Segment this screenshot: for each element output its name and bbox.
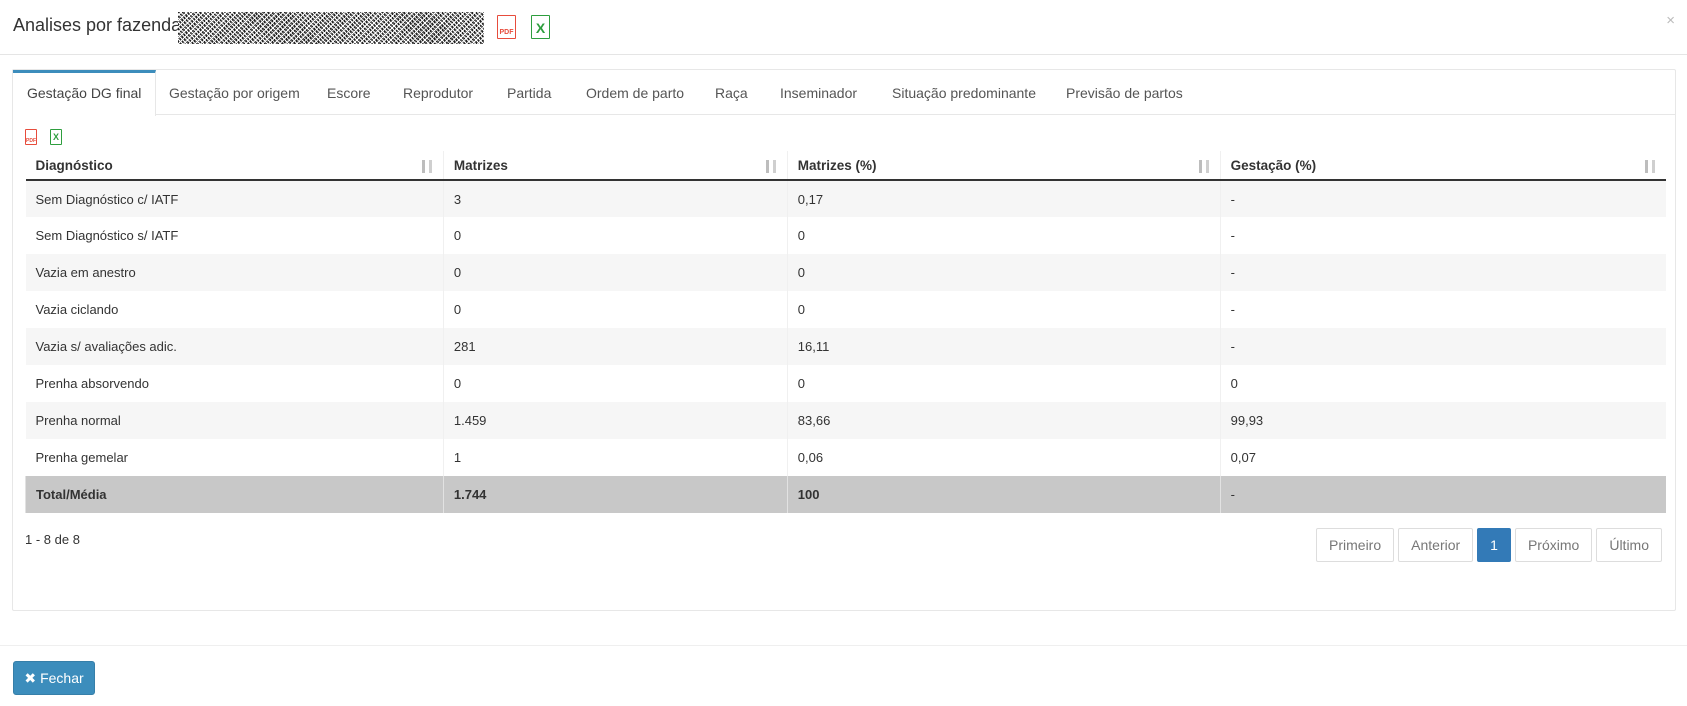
- total-cell: 1.744: [442, 476, 788, 513]
- next-page-button[interactable]: Próximo: [1514, 528, 1593, 562]
- table-cell: 3: [442, 180, 788, 217]
- tab-escore[interactable]: Escore: [313, 70, 385, 115]
- close-button-label: Fechar: [40, 670, 84, 686]
- table-cell: 0: [786, 254, 1221, 291]
- table-cell: Vazia ciclando: [25, 291, 444, 328]
- table-row: Vazia s/ avaliações adic. 281 16,11 -: [25, 328, 1666, 365]
- table-header-row: Diagnóstico Matrizes Matrizes (%) Gestaç…: [25, 151, 1666, 181]
- close-icon[interactable]: ×: [1666, 12, 1675, 29]
- modal-header: Analises por fazendas PDF X ×: [0, 0, 1687, 55]
- table-cell: Prenha gemelar: [25, 439, 444, 476]
- tab-raca[interactable]: Raça: [701, 70, 762, 115]
- column-header-label: Matrizes: [453, 157, 508, 173]
- table-cell: Prenha absorvendo: [25, 365, 444, 402]
- first-page-button[interactable]: Primeiro: [1316, 528, 1395, 562]
- modal-title: Analises por fazendas: [13, 15, 191, 35]
- table-cell: 0: [786, 217, 1221, 254]
- table-row: Prenha normal 1.459 83,66 99,93: [25, 402, 1666, 439]
- table-cell: Sem Diagnóstico s/ IATF: [25, 217, 444, 254]
- table-cell: 0: [442, 254, 788, 291]
- tab-inseminador[interactable]: Inseminador: [766, 70, 871, 115]
- column-header-matrizes[interactable]: Matrizes: [442, 151, 788, 181]
- close-icon: ✖: [24, 670, 37, 686]
- redacted-farm-name: [178, 12, 484, 44]
- analysis-panel: Gestação DG final Gestação por origem Es…: [12, 69, 1676, 611]
- table-row: Prenha gemelar 1 0,06 0,07: [25, 439, 1666, 476]
- previous-page-button[interactable]: Anterior: [1398, 528, 1474, 562]
- table-pdf-export-icon[interactable]: PDF: [25, 129, 37, 145]
- total-cell: 100: [786, 476, 1221, 513]
- table-cell: -: [1219, 217, 1666, 254]
- total-cell: Total/Média: [25, 476, 444, 513]
- tab-bar: Gestação DG final Gestação por origem Es…: [13, 70, 1675, 116]
- tab-gestacao-dg-final[interactable]: Gestação DG final: [13, 70, 157, 116]
- table-excel-export-icon[interactable]: X: [50, 129, 62, 145]
- table-row: Sem Diagnóstico c/ IATF 3 0,17 -: [25, 180, 1666, 217]
- table-row: Vazia ciclando 0 0 -: [25, 291, 1666, 328]
- table-cell: 0,06: [786, 439, 1221, 476]
- table-cell: 0: [786, 291, 1221, 328]
- diagnosis-table: Diagnóstico Matrizes Matrizes (%) Gestaç…: [25, 151, 1666, 513]
- pagination-range: 1 - 8 de 8: [25, 532, 80, 547]
- table-cell: Prenha normal: [25, 402, 444, 439]
- table-cell: 1: [442, 439, 788, 476]
- table-cell: -: [1219, 254, 1666, 291]
- table-row: Vazia em anestro 0 0 -: [25, 254, 1666, 291]
- table-cell: Vazia s/ avaliações adic.: [25, 328, 444, 365]
- table-cell: Vazia em anestro: [25, 254, 444, 291]
- table-cell: -: [1219, 180, 1666, 217]
- column-header-label: Diagnóstico: [35, 157, 113, 173]
- table-total-row: Total/Média 1.744 100 -: [25, 476, 1666, 513]
- table-row: Sem Diagnóstico s/ IATF 0 0 -: [25, 217, 1666, 254]
- sort-icon[interactable]: [764, 160, 779, 173]
- column-header-gestacao-pct[interactable]: Gestação (%): [1219, 151, 1666, 181]
- table-cell: -: [1219, 328, 1666, 365]
- table-cell: Sem Diagnóstico c/ IATF: [25, 180, 444, 217]
- page-1-button[interactable]: 1: [1477, 528, 1511, 562]
- table-cell: 0: [442, 217, 788, 254]
- table-cell: 83,66: [786, 402, 1221, 439]
- table-cell: 1.459: [442, 402, 788, 439]
- pdf-export-icon[interactable]: PDF: [497, 15, 516, 39]
- table-cell: 0: [442, 291, 788, 328]
- table-cell: 0: [1219, 365, 1666, 402]
- footer-divider: [0, 645, 1687, 646]
- table-cell: 281: [442, 328, 788, 365]
- table-row: Prenha absorvendo 0 0 0: [25, 365, 1666, 402]
- column-header-label: Matrizes (%): [797, 157, 877, 173]
- tab-previsao-de-partos[interactable]: Previsão de partos: [1052, 70, 1197, 115]
- close-button[interactable]: ✖ Fechar: [13, 661, 95, 695]
- sort-icon[interactable]: [1197, 160, 1212, 173]
- table-cell: 0,07: [1219, 439, 1666, 476]
- sort-icon[interactable]: [1643, 160, 1658, 173]
- table-cell: 0,17: [786, 180, 1221, 217]
- tab-gestacao-por-origem[interactable]: Gestação por origem: [155, 70, 314, 115]
- table-cell: 16,11: [786, 328, 1221, 365]
- column-header-label: Gestação (%): [1230, 157, 1317, 173]
- tab-ordem-de-parto[interactable]: Ordem de parto: [572, 70, 698, 115]
- table-cell: 0: [442, 365, 788, 402]
- tab-partida[interactable]: Partida: [493, 70, 565, 115]
- total-cell: -: [1219, 476, 1666, 513]
- column-header-matrizes-pct[interactable]: Matrizes (%): [786, 151, 1221, 181]
- excel-export-icon[interactable]: X: [531, 15, 550, 39]
- tab-situacao-predominante[interactable]: Situação predominante: [878, 70, 1050, 115]
- column-header-diagnostico[interactable]: Diagnóstico: [25, 151, 444, 181]
- table-cell: -: [1219, 291, 1666, 328]
- sort-icon[interactable]: [420, 160, 435, 173]
- pagination: Primeiro Anterior 1 Próximo Último: [1312, 528, 1662, 562]
- last-page-button[interactable]: Último: [1596, 528, 1662, 562]
- table-cell: 0: [786, 365, 1221, 402]
- tab-reprodutor[interactable]: Reprodutor: [389, 70, 487, 115]
- table-cell: 99,93: [1219, 402, 1666, 439]
